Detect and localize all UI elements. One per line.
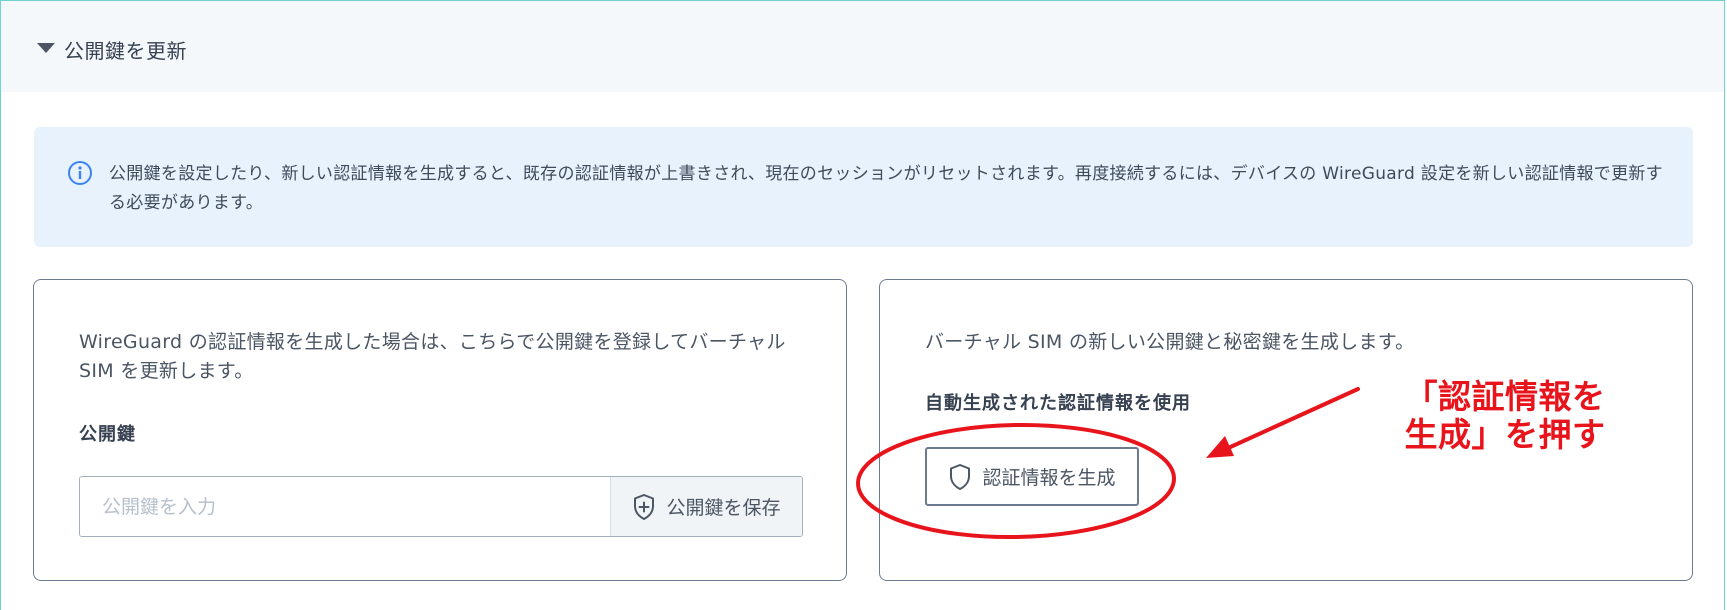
section-header[interactable]: 公開鍵を更新: [1, 1, 1724, 92]
pubkey-label: 公開鍵: [79, 424, 136, 445]
info-text: 公開鍵を設定したり、新しい認証情報を生成すると、既存の認証情報が上書きされ、現在…: [109, 164, 1663, 213]
info-alert: 公開鍵を設定したり、新しい認証情報を生成すると、既存の認証情報が上書きされ、現在…: [34, 127, 1693, 247]
section-title[interactable]: 公開鍵を更新: [64, 35, 187, 64]
pubkey-input[interactable]: [80, 477, 610, 536]
shield-icon: [950, 463, 971, 490]
save-pubkey-button[interactable]: 公開鍵を保存: [610, 477, 802, 536]
info-icon: [68, 161, 92, 185]
generate-description: バーチャル SIM の新しい公開鍵と秘密鍵を生成します。: [925, 331, 1415, 353]
annotation-text: 「認証情報を生成」を押す: [1404, 377, 1606, 454]
pubkey-input-group: 公開鍵を保存: [79, 476, 803, 537]
register-pubkey-card: WireGuard の認証情報を生成した場合は、こちらで公開鍵を登録してバーチャ…: [33, 279, 847, 581]
shield-plus-icon: [634, 493, 655, 520]
caret-down-icon[interactable]: [37, 43, 55, 53]
auto-credentials-label: 自動生成された認証情報を使用: [925, 393, 1191, 414]
save-pubkey-label: 公開鍵を保存: [666, 497, 781, 519]
generate-credentials-label: 認証情報を生成: [982, 467, 1116, 489]
generate-credentials-button[interactable]: 認証情報を生成: [925, 447, 1139, 506]
register-description: WireGuard の認証情報を生成した場合は、こちらで公開鍵を登録してバーチャ…: [79, 331, 786, 382]
